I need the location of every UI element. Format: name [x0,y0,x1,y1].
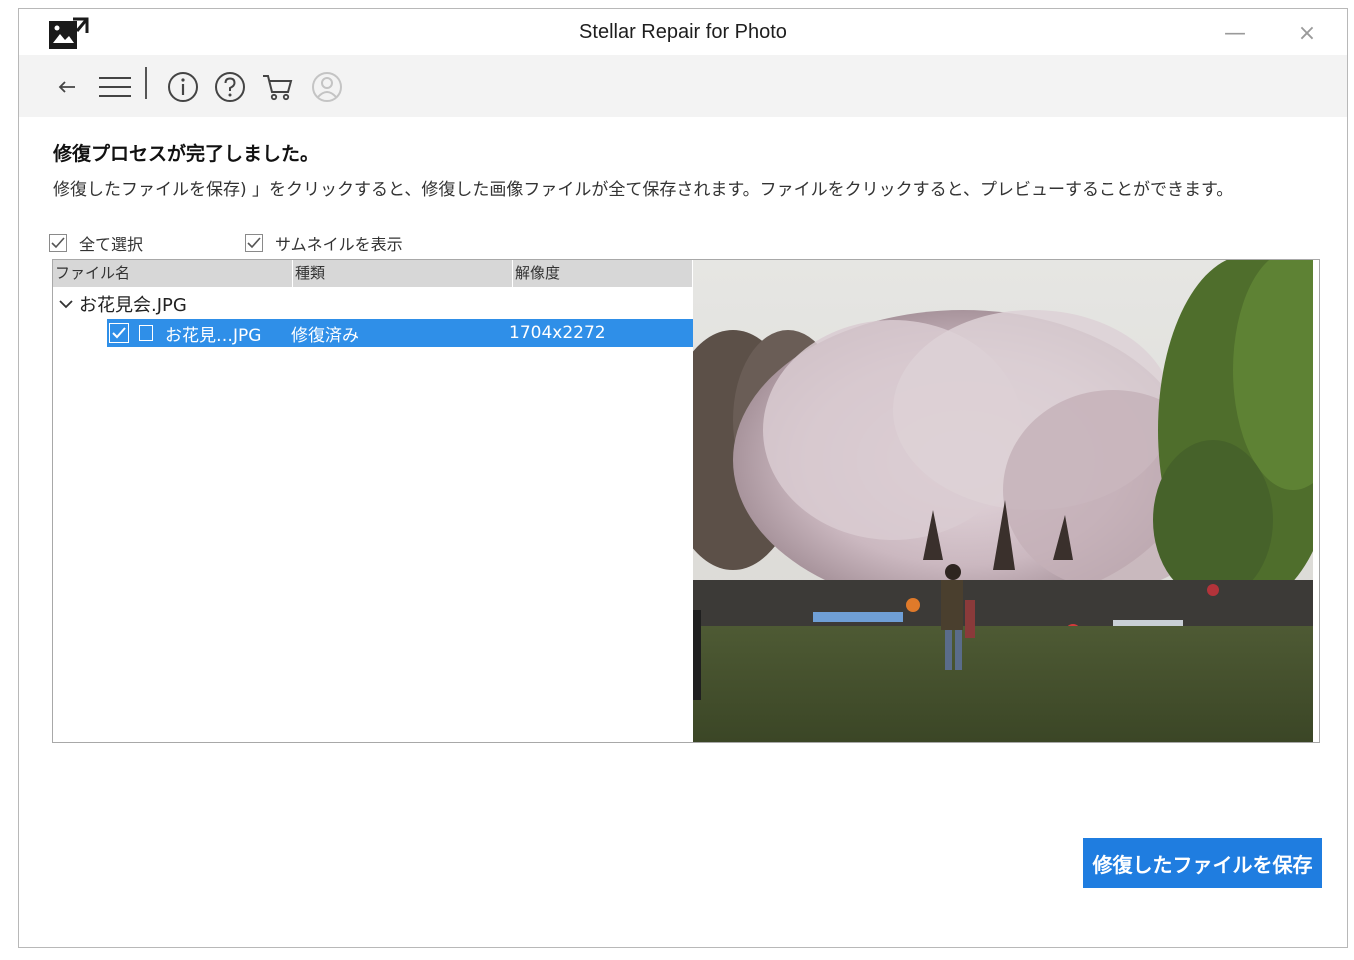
file-icon [139,325,153,341]
toolbar-separator [145,67,147,99]
file-row[interactable]: お花見…JPG 修復済み 1704x2272 [107,319,693,347]
column-header-resolution[interactable]: 解像度 [513,260,693,287]
info-icon[interactable] [165,69,201,105]
cart-icon[interactable] [260,69,296,105]
checkbox-check-icon [49,234,67,252]
title-bar: Stellar Repair for Photo — × [19,9,1347,55]
save-repaired-files-button[interactable]: 修復したファイルを保存 [1083,838,1322,888]
show-thumbnail-label: サムネイルを表示 [275,235,403,254]
photo-preview[interactable] [693,260,1313,742]
app-window: Stellar Repair for Photo — × 修復プロセスが完了しま… [18,8,1348,948]
close-button[interactable]: × [1287,17,1327,49]
file-group-row[interactable]: お花見会.JPG [53,290,693,318]
results-panel: ファイル名 種類 解像度 お花見会.JPG お花見…JPG 修復済み 1704x… [52,259,1320,743]
column-header-type[interactable]: 種類 [293,260,513,287]
help-icon[interactable] [212,69,248,105]
toolbar [19,55,1347,117]
window-title: Stellar Repair for Photo [579,21,787,43]
list-header: ファイル名 種類 解像度 [53,260,693,287]
select-all-label: 全て選択 [79,235,144,254]
file-checkbox[interactable] [109,323,129,343]
group-name: お花見会.JPG [79,295,187,316]
file-type: 修復済み [291,325,359,346]
completion-description: 修復したファイルを保存) 」をクリックすると、修復した画像ファイルが全て保存され… [53,180,1234,200]
file-resolution: 1704x2272 [509,323,606,343]
show-thumbnail-checkbox[interactable]: サムネイルを表示 [245,231,403,255]
completion-heading: 修復プロセスが完了しました。 [53,143,320,165]
checkbox-check-icon [245,234,263,252]
select-all-checkbox[interactable]: 全て選択 [49,231,143,255]
file-name: お花見…JPG [165,325,262,346]
column-header-filename[interactable]: ファイル名 [53,260,293,287]
file-list: ファイル名 種類 解像度 お花見会.JPG お花見…JPG 修復済み 1704x… [53,260,693,742]
user-icon[interactable] [309,69,345,105]
back-arrow-icon[interactable] [49,69,85,105]
menu-icon[interactable] [97,69,133,105]
minimize-button[interactable]: — [1215,17,1255,49]
chevron-down-icon[interactable] [53,299,79,309]
